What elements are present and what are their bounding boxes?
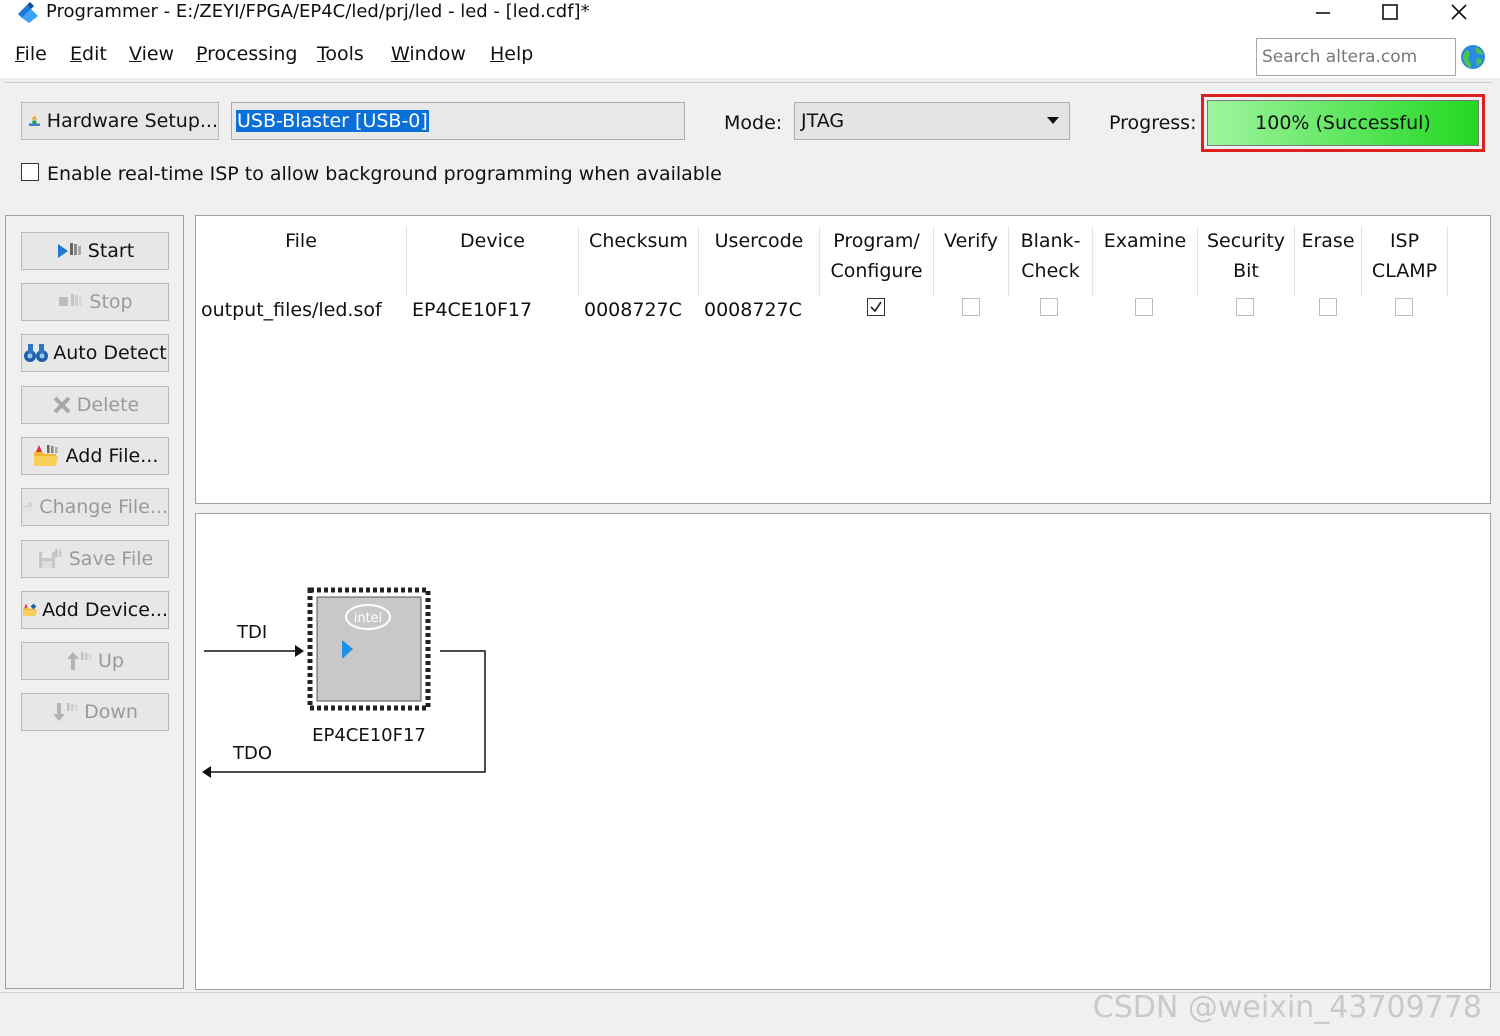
isp-checkbox[interactable] bbox=[21, 163, 39, 181]
erase-checkbox[interactable] bbox=[1319, 298, 1337, 316]
svg-text:intel: intel bbox=[354, 611, 383, 626]
menu-window[interactable]: Window bbox=[391, 42, 466, 66]
watermark: CSDN @weixin_43709778 bbox=[1092, 990, 1482, 1025]
verify-checkbox[interactable] bbox=[962, 298, 980, 316]
column-header-blank-check[interactable]: Blank- Check bbox=[1009, 226, 1093, 296]
menu-edit[interactable]: Edit bbox=[70, 42, 107, 66]
tdo-label: TDO bbox=[232, 743, 272, 764]
up-icon bbox=[67, 652, 92, 670]
hardware-value: USB-Blaster [USB-0] bbox=[236, 110, 429, 132]
column-header-security-bit[interactable]: Security Bit bbox=[1198, 226, 1295, 296]
menu-help[interactable]: Help bbox=[490, 42, 533, 66]
file-cell: output_files/led.sof bbox=[201, 299, 382, 321]
add-device-icon bbox=[23, 603, 37, 616]
menu-processing[interactable]: Processing bbox=[196, 42, 297, 66]
usercode-cell: 0008727C bbox=[704, 299, 802, 321]
delete-button[interactable]: Delete bbox=[21, 386, 169, 424]
security-bit-checkbox[interactable] bbox=[1236, 298, 1254, 316]
minimize-icon bbox=[1316, 12, 1330, 14]
start-button[interactable]: Start bbox=[21, 232, 169, 270]
window-title: Programmer - E:/ZEYI/FPGA/EP4C/led/prj/l… bbox=[46, 1, 590, 22]
column-header-file[interactable]: File bbox=[196, 226, 407, 296]
chip-device-label: EP4CE10F17 bbox=[312, 725, 426, 746]
maximize-icon bbox=[1382, 4, 1398, 20]
menu-file[interactable]: File bbox=[15, 42, 47, 66]
progress-text: 100% (Successful) bbox=[1255, 112, 1431, 134]
column-header-erase[interactable]: Erase bbox=[1295, 226, 1362, 296]
start-label: Start bbox=[87, 240, 135, 262]
jtag-chain-diagram: TDI TDO intel EP4CE10F17 bbox=[202, 587, 486, 778]
menu-view[interactable]: View bbox=[129, 42, 174, 66]
column-header-program-configure[interactable]: Program/Configure bbox=[820, 226, 934, 296]
isp-label: Enable real-time ISP to allow background… bbox=[47, 163, 722, 185]
change-file-icon bbox=[22, 502, 34, 512]
hardware-setup-icon bbox=[28, 115, 40, 126]
globe-icon[interactable] bbox=[1460, 44, 1486, 70]
program-configure-checkbox[interactable] bbox=[867, 298, 885, 316]
change-file-button[interactable]: Change File... bbox=[21, 488, 169, 526]
column-header-checksum[interactable]: Checksum bbox=[579, 226, 699, 296]
examine-checkbox[interactable] bbox=[1135, 298, 1153, 316]
save-file-icon bbox=[38, 549, 62, 568]
stop-button[interactable]: Stop bbox=[21, 283, 169, 321]
progress-bar: 100% (Successful) bbox=[1207, 100, 1479, 146]
column-header-isp-clamp[interactable]: ISP CLAMP bbox=[1362, 226, 1448, 296]
hardware-setup-button[interactable]: Hardware Setup... bbox=[21, 102, 219, 140]
close-button[interactable] bbox=[1434, 0, 1484, 24]
column-header-examine[interactable]: Examine bbox=[1093, 226, 1198, 296]
programmer-app-icon bbox=[18, 2, 38, 23]
add-file-label: Add File... bbox=[65, 445, 159, 467]
delete-icon bbox=[53, 396, 71, 414]
mode-label: Mode: bbox=[724, 112, 783, 134]
up-label: Up bbox=[98, 650, 124, 672]
jtag-chain-panel: TDI TDO intel EP4CE10F17 bbox=[195, 513, 1491, 990]
minimize-button[interactable] bbox=[1298, 0, 1348, 24]
save-file-button[interactable]: Save File bbox=[21, 540, 169, 578]
close-icon bbox=[1451, 4, 1467, 20]
tdi-arrow bbox=[295, 645, 304, 657]
start-icon bbox=[57, 243, 81, 258]
checkmark-icon bbox=[870, 301, 882, 313]
hardware-setup-label: Hardware Setup... bbox=[46, 110, 218, 132]
menu-tools[interactable]: Tools bbox=[317, 42, 364, 66]
auto-detect-button[interactable]: Auto Detect bbox=[21, 334, 169, 372]
mode-value: JTAG bbox=[801, 110, 845, 132]
add-device-button[interactable]: Add Device... bbox=[21, 591, 169, 629]
up-button[interactable]: Up bbox=[21, 642, 169, 680]
auto-detect-icon bbox=[24, 344, 49, 362]
hardware-field[interactable]: USB-Blaster [USB-0] bbox=[231, 102, 685, 140]
stop-label: Stop bbox=[89, 291, 133, 313]
column-header-verify[interactable]: Verify bbox=[934, 226, 1009, 296]
isp-clamp-checkbox[interactable] bbox=[1395, 298, 1413, 316]
delete-label: Delete bbox=[76, 394, 140, 416]
checksum-cell: 0008727C bbox=[584, 299, 682, 321]
down-button[interactable]: Down bbox=[21, 693, 169, 731]
tdo-arrow bbox=[202, 766, 211, 778]
search-input[interactable] bbox=[1256, 38, 1456, 76]
file-table: File Device Checksum Usercode Program/Co… bbox=[195, 215, 1491, 504]
down-label: Down bbox=[84, 701, 138, 723]
device-cell: EP4CE10F17 bbox=[412, 299, 533, 321]
tdi-label: TDI bbox=[236, 622, 267, 643]
add-device-label: Add Device... bbox=[42, 599, 168, 621]
column-header-usercode[interactable]: Usercode bbox=[699, 226, 820, 296]
auto-detect-label: Auto Detect bbox=[53, 342, 167, 364]
fpga-chip[interactable]: intel bbox=[307, 587, 431, 711]
progress-label: Progress: bbox=[1109, 112, 1197, 134]
add-file-button[interactable]: Add File... bbox=[21, 437, 169, 475]
chevron-down-icon bbox=[1047, 117, 1059, 124]
down-icon bbox=[53, 703, 78, 721]
stop-icon bbox=[59, 294, 83, 306]
title-bar: Programmer - E:/ZEYI/FPGA/EP4C/led/prj/l… bbox=[0, 0, 1500, 32]
save-file-label: Save File bbox=[68, 548, 154, 570]
change-file-label: Change File... bbox=[39, 496, 168, 518]
maximize-button[interactable] bbox=[1365, 0, 1415, 24]
add-file-icon bbox=[33, 445, 58, 466]
blank-check-checkbox[interactable] bbox=[1040, 298, 1058, 316]
column-header-device[interactable]: Device bbox=[407, 226, 579, 296]
mode-select[interactable]: JTAG bbox=[794, 102, 1070, 140]
